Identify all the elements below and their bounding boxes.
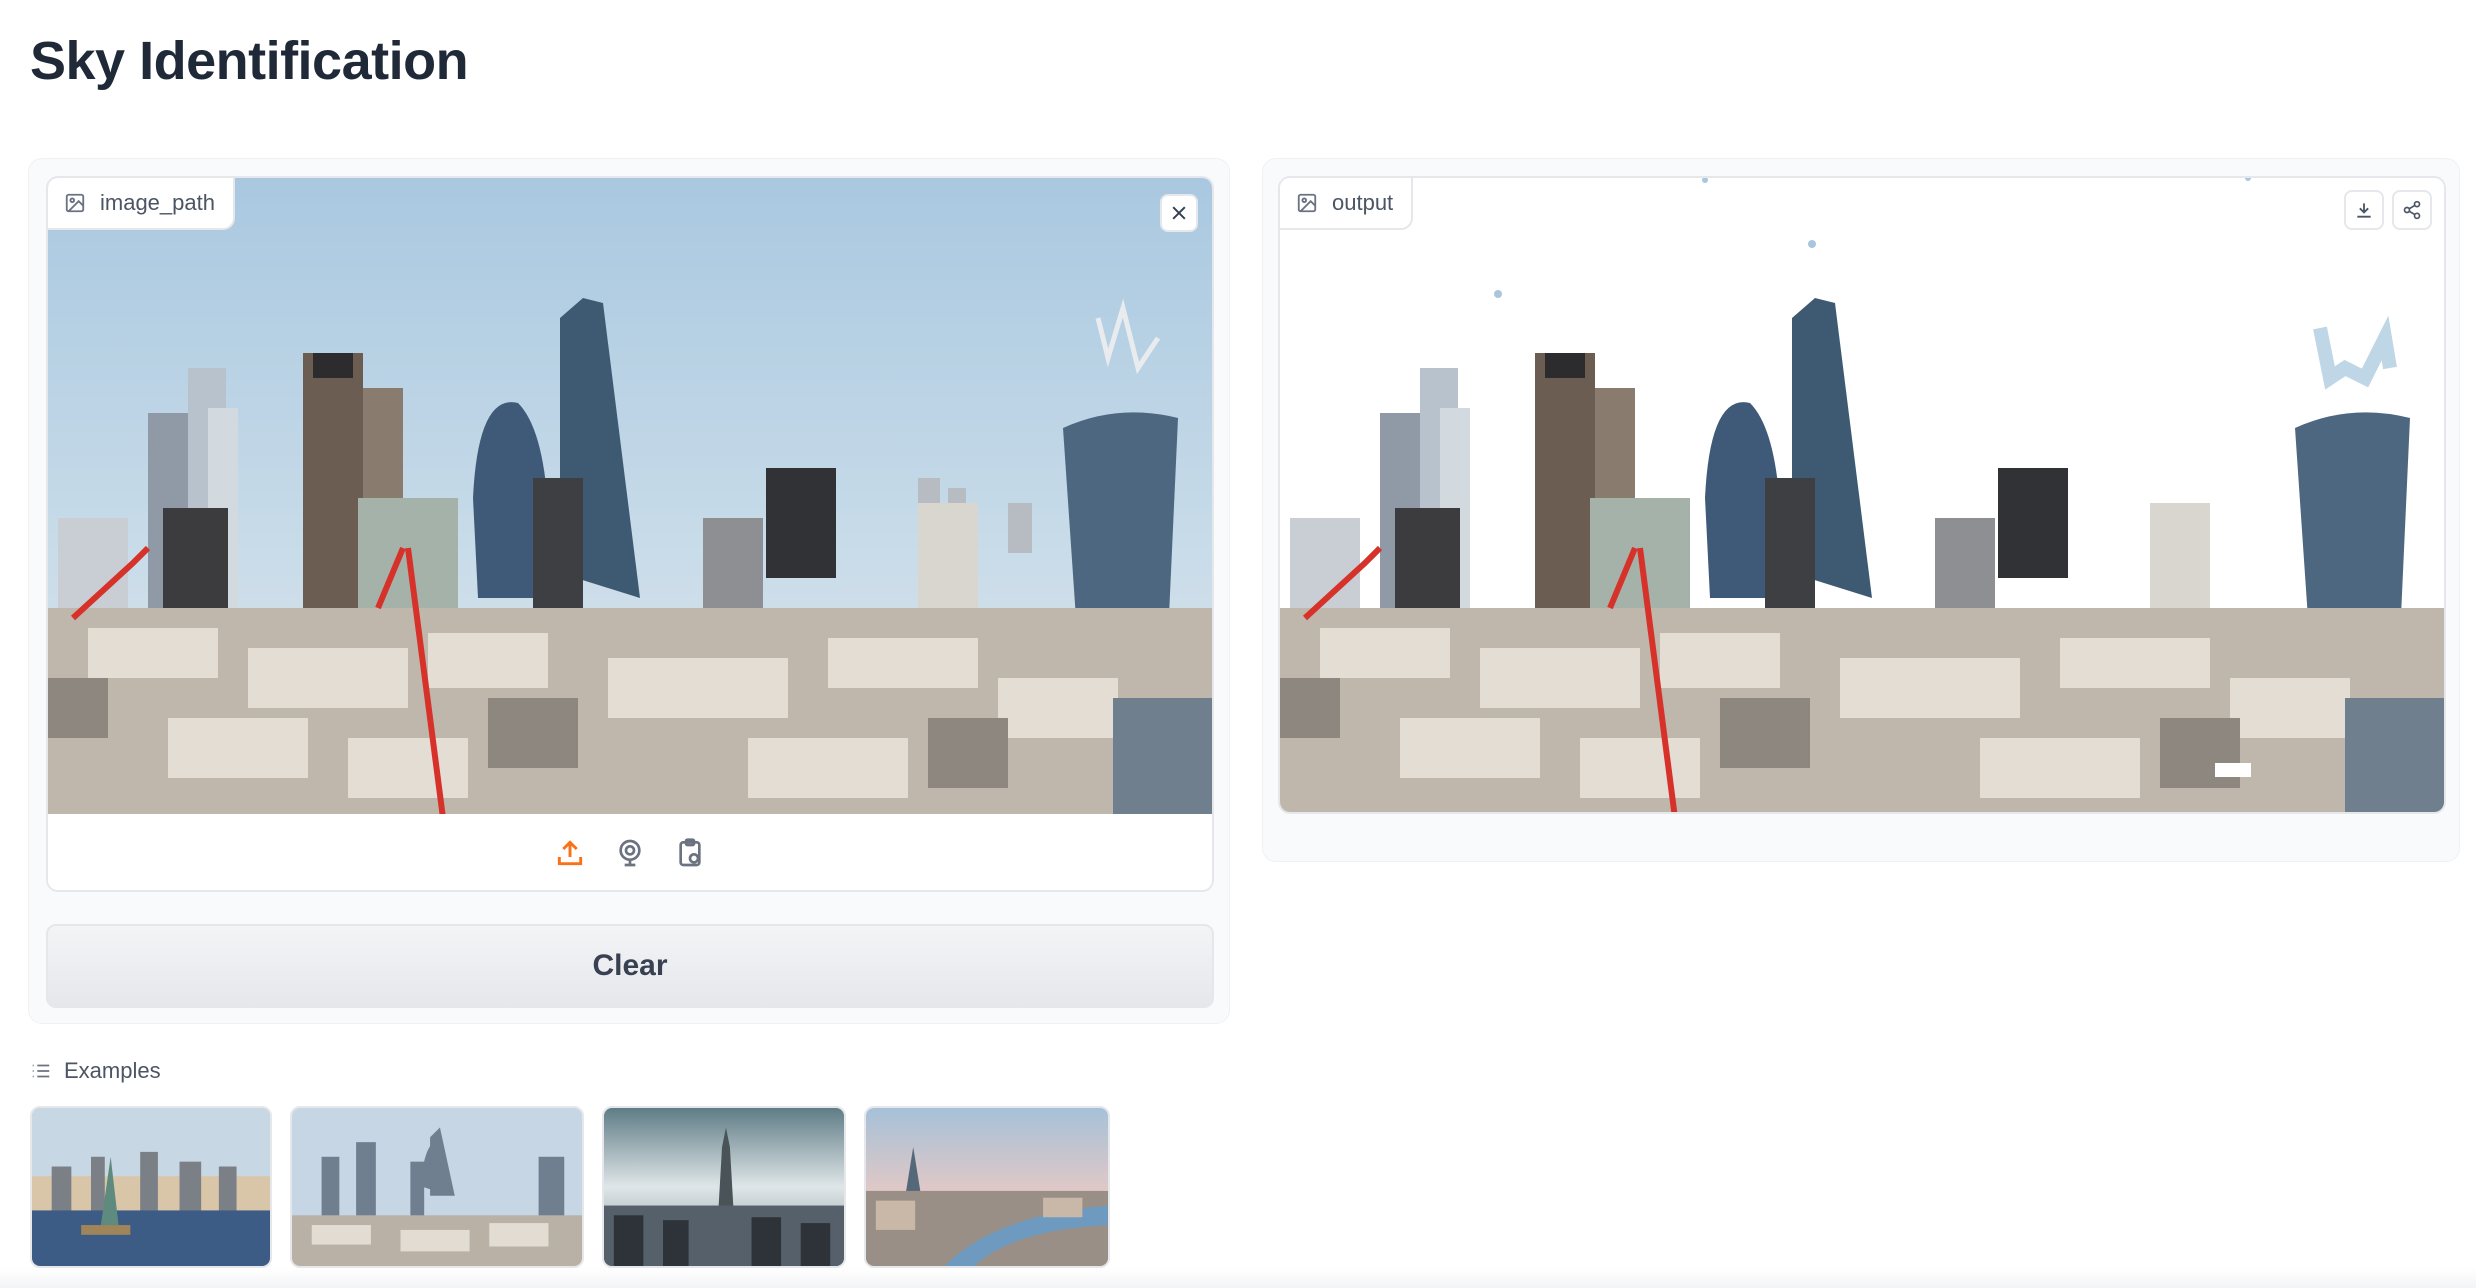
image-icon xyxy=(1297,193,1317,213)
download-button[interactable] xyxy=(2344,190,2384,230)
output-image-component: output xyxy=(1278,176,2446,814)
webcam-source-button[interactable] xyxy=(613,836,647,870)
input-label-chip: image_path xyxy=(48,178,235,230)
input-image-component: image_path xyxy=(46,176,1214,892)
clipboard-source-button[interactable] xyxy=(673,836,707,870)
image-icon xyxy=(65,193,85,213)
source-toolbar xyxy=(48,814,1212,890)
example-thumbnail[interactable] xyxy=(30,1106,272,1268)
share-icon xyxy=(2403,200,2421,220)
example-thumbnail[interactable] xyxy=(290,1106,584,1268)
close-icon xyxy=(1172,206,1186,220)
input-label-text: image_path xyxy=(100,190,215,215)
page-title: Sky Identification xyxy=(30,31,469,91)
upload-icon xyxy=(557,840,583,866)
output-image-preview xyxy=(1280,178,2444,812)
download-icon xyxy=(2357,203,2371,218)
clear-image-button[interactable] xyxy=(1160,194,1198,232)
clipboard-icon xyxy=(679,838,701,867)
output-label-chip: output xyxy=(1280,178,1414,230)
list-icon xyxy=(32,1064,50,1078)
examples-header: Examples xyxy=(30,1058,161,1084)
clear-button[interactable]: Clear xyxy=(46,924,1214,1008)
share-button[interactable] xyxy=(2392,190,2432,230)
input-image-preview xyxy=(48,178,1212,814)
examples-gallery xyxy=(30,1106,1110,1268)
example-thumbnail[interactable] xyxy=(602,1106,846,1268)
example-thumbnail[interactable] xyxy=(864,1106,1110,1268)
webcam-icon xyxy=(619,839,641,867)
examples-label: Examples xyxy=(64,1058,161,1083)
bottom-fade xyxy=(0,1268,2476,1288)
upload-source-button[interactable] xyxy=(553,836,587,870)
output-label-text: output xyxy=(1332,190,1394,215)
output-actions xyxy=(2344,190,2432,230)
